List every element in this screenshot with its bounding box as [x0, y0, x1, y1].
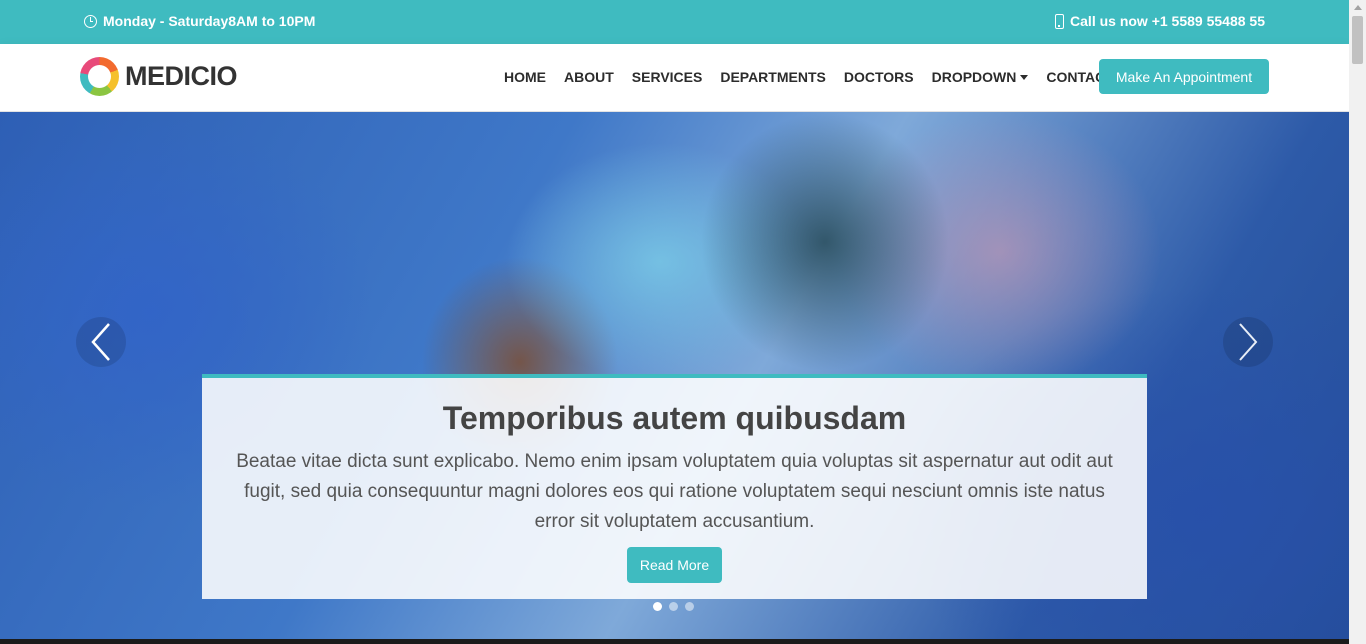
logo[interactable]: MEDICIO — [80, 57, 238, 96]
carousel-indicators — [653, 602, 694, 611]
phone-icon — [1055, 13, 1065, 29]
logo-text: MEDICIO — [125, 61, 238, 91]
hours-text: Monday - Saturday8AM to 10PM — [103, 13, 316, 29]
scroll-up-icon[interactable] — [1354, 5, 1362, 10]
phone-text: Call us now +1 5589 55488 55 — [1070, 13, 1265, 29]
chevron-right-icon — [1239, 323, 1258, 361]
carousel-prev-button[interactable] — [76, 317, 126, 367]
logo-icon — [80, 57, 119, 96]
make-appointment-button[interactable]: Make An Appointment — [1099, 59, 1269, 94]
next-section-edge — [0, 639, 1349, 644]
nav-dropdown-label: DROPDOWN — [931, 69, 1017, 85]
nav-departments[interactable]: DEPARTMENTS — [720, 69, 826, 85]
main-nav: HOME ABOUT SERVICES DEPARTMENTS DOCTORS … — [504, 69, 1132, 85]
nav-home[interactable]: HOME — [504, 69, 546, 85]
caret-down-icon — [1020, 74, 1029, 80]
page-scrollbar[interactable] — [1349, 0, 1366, 644]
navbar: MEDICIO HOME ABOUT SERVICES DEPARTMENTS … — [0, 44, 1349, 112]
slide-title: Temporibus autem quibusdam — [442, 400, 907, 436]
phone-info: Call us now +1 5589 55488 55 — [1055, 13, 1265, 29]
nav-about[interactable]: ABOUT — [564, 69, 614, 85]
slide-caption: Temporibus autem quibusdam Beatae vitae … — [202, 374, 1147, 599]
hero-carousel: Temporibus autem quibusdam Beatae vitae … — [0, 112, 1349, 639]
nav-dropdown[interactable]: DROPDOWN — [932, 69, 1029, 85]
chevron-left-icon — [91, 323, 110, 361]
clock-icon — [84, 14, 97, 28]
indicator-1[interactable] — [653, 602, 662, 611]
read-more-button[interactable]: Read More — [627, 547, 722, 583]
top-bar: Monday - Saturday8AM to 10PM Call us now… — [0, 0, 1349, 44]
nav-doctors[interactable]: DOCTORS — [844, 69, 914, 85]
slide-text: Beatae vitae dicta sunt explicabo. Nemo … — [236, 451, 1113, 532]
indicator-3[interactable] — [685, 602, 694, 611]
carousel-next-button[interactable] — [1223, 317, 1273, 367]
indicator-2[interactable] — [669, 602, 678, 611]
scrollbar-thumb[interactable] — [1352, 16, 1363, 64]
hours-info: Monday - Saturday8AM to 10PM — [84, 13, 315, 29]
nav-services[interactable]: SERVICES — [632, 69, 703, 85]
hero-image — [700, 112, 950, 372]
